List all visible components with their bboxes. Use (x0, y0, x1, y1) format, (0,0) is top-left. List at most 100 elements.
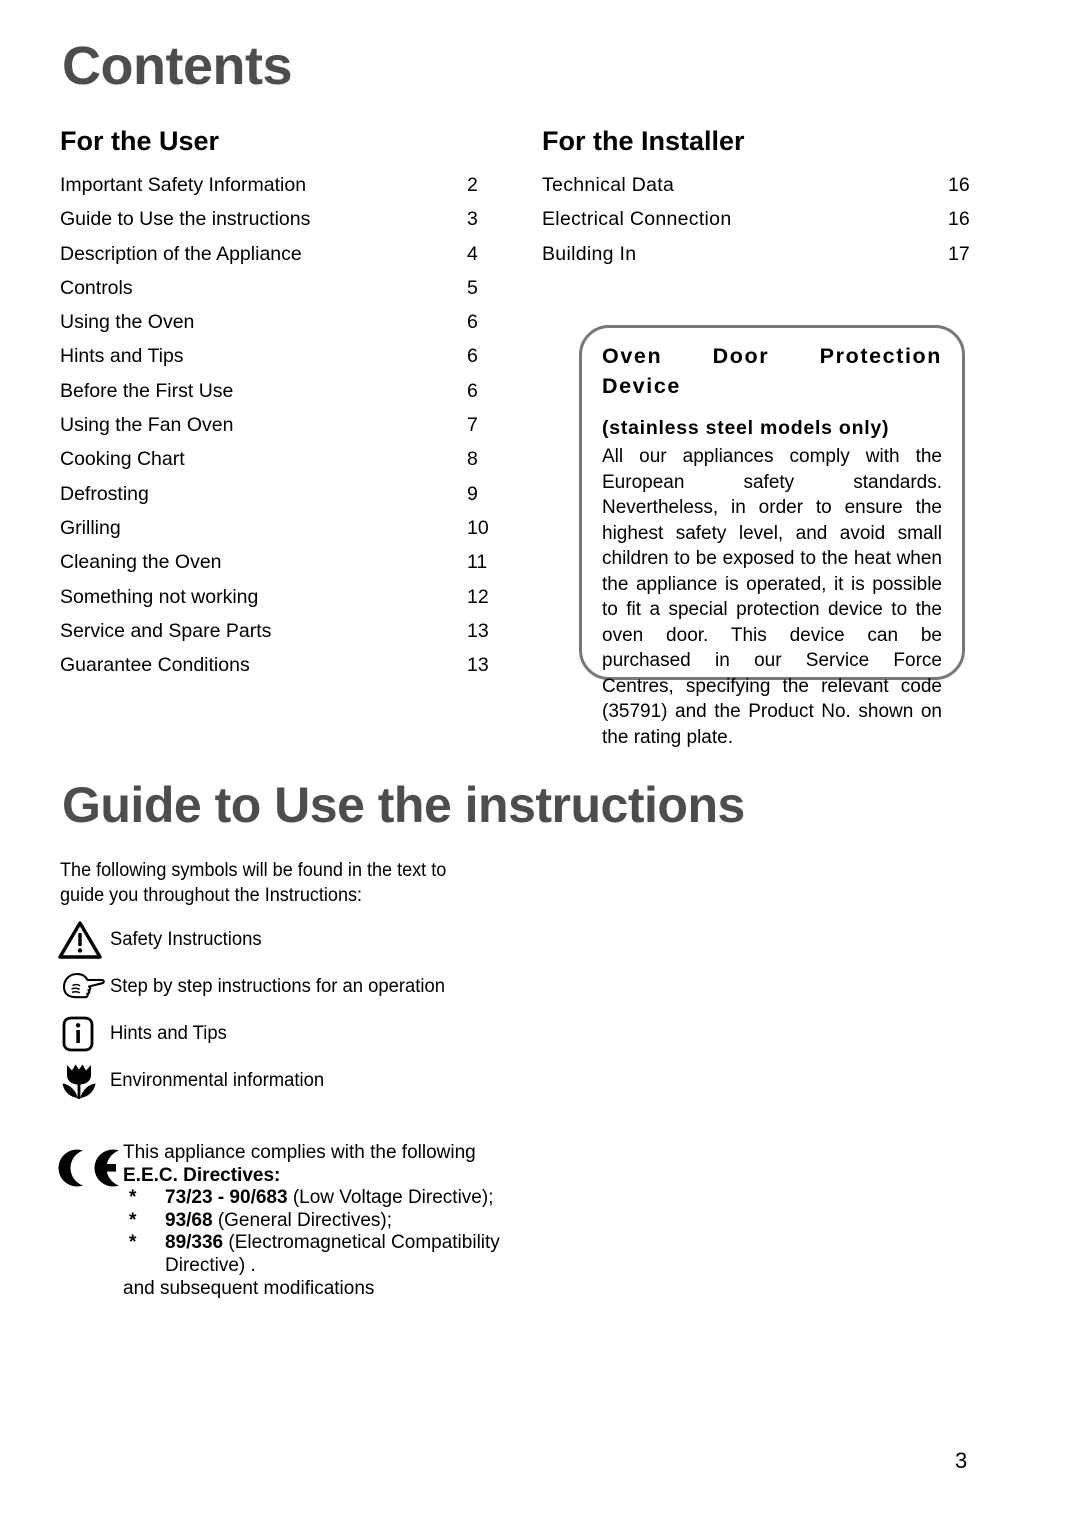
protection-box-body: All our appliances comply with the Europ… (602, 446, 942, 748)
toc-list-installer: Technical Data 16 Electrical Connection … (542, 168, 982, 271)
for-the-installer-heading: For the Installer (542, 126, 745, 156)
directive-desc: (Low Voltage Directive); (292, 1187, 494, 1209)
toc-entry-page: 8 (467, 448, 478, 471)
toc-entry[interactable]: Cleaning the Oven 11 (60, 545, 500, 579)
legend-item-safety: Safety Instructions (58, 916, 658, 963)
directive-desc: (Electromagnetical Compatibility (228, 1232, 500, 1254)
symbol-legend: Safety Instructions Step by step instruc… (58, 916, 658, 1104)
protection-box-title: Oven Door Protection Device (602, 341, 942, 401)
tulip-icon (58, 1060, 110, 1102)
toc-entry-label: Building In (542, 242, 637, 265)
toc-entry[interactable]: Cooking Chart 8 (60, 442, 500, 476)
toc-entry[interactable]: Description of the Appliance 4 (60, 237, 500, 271)
bullet-star-icon: * (129, 1209, 137, 1231)
toc-entry-page: 4 (467, 242, 478, 265)
toc-entry[interactable]: Before the First Use 6 (60, 374, 500, 408)
bullet-star-icon: * (129, 1187, 137, 1209)
toc-entry[interactable]: Electrical Connection 16 (542, 202, 982, 236)
toc-entry-page: 11 (467, 551, 488, 574)
toc-entry-label: Important Safety Information (60, 174, 307, 196)
toc-entry-page: 16 (948, 208, 970, 231)
toc-entry[interactable]: Guide to Use the instructions 3 (60, 202, 500, 236)
legend-item-steps: Step by step instructions for an operati… (58, 963, 658, 1010)
toc-entry-label: Hints and Tips (60, 345, 184, 368)
legend-item-hints: Hints and Tips (58, 1010, 658, 1057)
toc-entry-page: 7 (467, 414, 478, 437)
toc-entry[interactable]: Hints and Tips 6 (60, 339, 500, 373)
toc-entry-page: 13 (467, 619, 489, 642)
toc-entry[interactable]: Important Safety Information 2 (60, 168, 500, 202)
directive-item: * 93/68 (General Directives); (123, 1210, 575, 1233)
toc-entry[interactable]: Building In 17 (542, 237, 982, 271)
pointing-hand-icon (58, 966, 110, 1008)
contents-title: Contents (62, 36, 292, 96)
toc-entry-label: Electrical Connection (542, 208, 732, 231)
ce-directives-heading: E.E.C. Directives: (123, 1164, 281, 1186)
toc-entry-page: 3 (467, 208, 478, 231)
toc-entry-label: Before the First Use (60, 379, 234, 402)
toc-entry-page: 17 (948, 242, 970, 265)
protection-box-title-line1: Oven Door Protection (602, 344, 942, 368)
toc-entry-page: 2 (467, 174, 478, 196)
toc-entry-label: Using the Fan Oven (60, 414, 234, 437)
for-the-user-heading: For the User (60, 126, 220, 156)
document-page: Contents For the User Important Safety I… (0, 0, 1080, 1528)
toc-entry-label: Description of the Appliance (60, 242, 302, 265)
legend-label: Step by step instructions for an operati… (110, 975, 446, 997)
toc-entry[interactable]: Using the Oven 6 (60, 305, 500, 339)
ce-text-block: This appliance complies with the followi… (123, 1142, 575, 1300)
toc-entry-label: Guarantee Conditions (60, 654, 250, 677)
legend-label: Safety Instructions (110, 928, 262, 950)
toc-entry-page: 6 (467, 345, 478, 368)
toc-entry-page: 9 (467, 482, 478, 505)
toc-entry-page: 16 (948, 174, 970, 196)
toc-entry[interactable]: Something not working 12 (60, 580, 500, 614)
directive-code: 73/23 - 90/683 (165, 1187, 288, 1209)
toc-entry[interactable]: Controls 5 (60, 271, 500, 305)
toc-entry-label: Defrosting (60, 482, 149, 505)
toc-entry-label: Controls (60, 276, 133, 299)
toc-entry[interactable]: Service and Spare Parts 13 (60, 614, 500, 648)
toc-entry-label: Guide to Use the instructions (60, 208, 311, 231)
toc-entry-label: Cooking Chart (60, 448, 185, 471)
info-icon (58, 1013, 110, 1055)
guide-to-use-title: Guide to Use the instructions (62, 777, 745, 833)
toc-entry[interactable]: Guarantee Conditions 13 (60, 648, 500, 682)
toc-entry-label: Service and Spare Parts (60, 619, 272, 642)
toc-entry-label: Technical Data (542, 174, 675, 196)
toc-entry-label: Cleaning the Oven (60, 551, 222, 574)
toc-entry-page: 12 (467, 585, 489, 608)
page-number: 3 (955, 1448, 968, 1473)
ce-mark-icon (55, 1142, 123, 1194)
directive-code: 93/68 (165, 1209, 213, 1231)
legend-item-environment: Environmental information (58, 1057, 658, 1104)
toc-entry-label: Something not working (60, 585, 259, 608)
oven-door-protection-box: Oven Door Protection Device (stainless s… (579, 325, 965, 748)
guide-intro-text: The following symbols will be found in t… (60, 860, 447, 906)
legend-label: Environmental information (110, 1069, 325, 1091)
toc-entry-label: Grilling (60, 516, 121, 539)
toc-entry[interactable]: Defrosting 9 (60, 477, 500, 511)
directive-continuation: Directive) . (165, 1254, 256, 1276)
directive-item: * 73/23 - 90/683 (Low Voltage Directive); (123, 1187, 575, 1210)
toc-entry-page: 6 (467, 311, 478, 334)
protection-box-title-line2: Device (602, 374, 681, 398)
toc-list-user: Important Safety Information 2 Guide to … (60, 168, 500, 682)
legend-label: Hints and Tips (110, 1022, 227, 1044)
toc-entry[interactable]: Using the Fan Oven 7 (60, 408, 500, 442)
directive-code: 89/336 (165, 1232, 224, 1254)
ce-intro-text: This appliance complies with the followi… (123, 1142, 476, 1163)
toc-entry-page: 5 (467, 276, 478, 299)
toc-entry[interactable]: Technical Data 16 (542, 168, 982, 202)
toc-entry[interactable]: Grilling 10 (60, 511, 500, 545)
protection-box-subtitle: (stainless steel models only) (602, 417, 890, 439)
toc-entry-page: 10 (467, 516, 489, 539)
directive-desc: (General Directives); (217, 1209, 393, 1231)
directive-item: * 89/336 (Electromagnetical Compatibility (123, 1232, 575, 1255)
bullet-star-icon: * (129, 1232, 137, 1254)
ce-footer-text: and subsequent modifications (123, 1277, 375, 1299)
toc-entry-page: 13 (467, 654, 489, 677)
toc-entry-label: Using the Oven (60, 311, 195, 334)
warning-triangle-icon (58, 919, 110, 961)
toc-entry-page: 6 (467, 379, 478, 402)
